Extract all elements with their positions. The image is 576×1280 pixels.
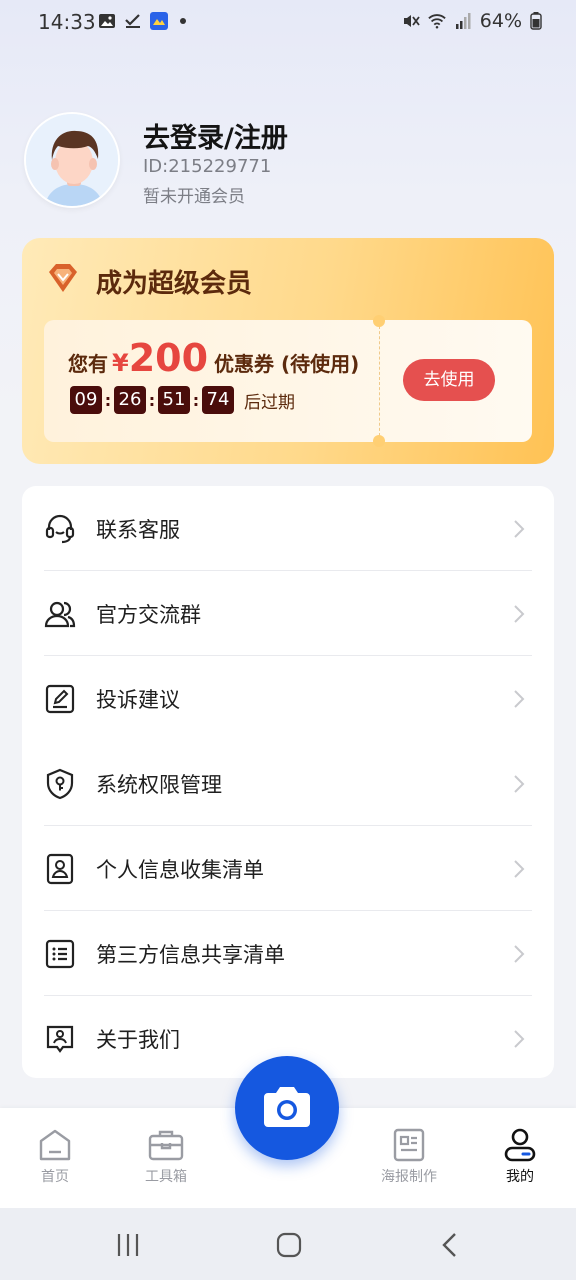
chevron-right-icon (514, 689, 525, 708)
menu-item-label: 联系客服 (96, 517, 180, 542)
menu-item-label: 个人信息收集清单 (96, 857, 264, 882)
menu-item-feedback[interactable]: 投诉建议 (22, 656, 554, 741)
edit-note-icon (45, 684, 75, 713)
vip-title: 成为超级会员 (96, 269, 253, 299)
coupon-divider (379, 326, 380, 436)
app-notification-icon (150, 12, 168, 30)
home-icon (39, 1129, 71, 1161)
gallery-icon (99, 14, 115, 28)
menu-item-label: 关于我们 (96, 1027, 180, 1052)
coupon-prefix: 您有 (68, 352, 108, 376)
poster-icon (393, 1128, 425, 1162)
coupon-text: 您有 ¥ 200 优惠券 (待使用) (68, 336, 359, 380)
shield-key-icon (46, 768, 74, 799)
timer-centiseconds: 74 (202, 386, 234, 414)
user-id: ID:215229771 (143, 156, 272, 177)
tab-label: 我的 (506, 1169, 534, 1185)
menu-item-personal-info[interactable]: 个人信息收集清单 (22, 826, 554, 911)
menu-item-third-party[interactable]: 第三方信息共享清单 (22, 911, 554, 996)
timer-separator: : (148, 390, 156, 410)
tab-label: 首页 (41, 1169, 69, 1185)
coupon-notch-bottom (373, 435, 385, 447)
back-icon[interactable] (436, 1230, 466, 1260)
about-icon (46, 1025, 74, 1053)
notification-icons (98, 12, 186, 30)
coupon-suffix: 优惠券 (待使用) (214, 352, 360, 376)
wifi-icon (428, 14, 446, 29)
timer-seconds: 51 (158, 386, 190, 414)
status-right: 64% (402, 10, 542, 32)
id-card-icon (46, 853, 74, 884)
menu-item-label: 系统权限管理 (96, 772, 222, 797)
expire-text: 后过期 (244, 392, 295, 413)
tab-toolbox[interactable]: 工具箱 (126, 1128, 206, 1186)
menu-item-label: 投诉建议 (96, 687, 180, 712)
menu-item-official-group[interactable]: 官方交流群 (22, 571, 554, 656)
status-time: 14:33 (38, 10, 96, 34)
toolbox-icon (148, 1130, 184, 1161)
login-register-link[interactable]: 去登录/注册 (143, 116, 288, 155)
timer-separator: : (192, 390, 200, 410)
timer-separator: : (104, 390, 112, 410)
countdown-timer: 09 : 26 : 51 : 74 后过期 (70, 386, 295, 414)
menu-item-customer-service[interactable]: 联系客服 (22, 486, 554, 571)
camera-icon (264, 1087, 310, 1127)
avatar-illustration-icon (26, 114, 118, 206)
chevron-right-icon (514, 944, 525, 963)
status-bar: 14:33 64% (0, 0, 576, 46)
list-icon (45, 939, 75, 968)
menu-item-label: 官方交流群 (96, 602, 201, 627)
recent-apps-icon[interactable] (113, 1230, 143, 1260)
chevron-right-icon (514, 1029, 525, 1048)
headset-icon (45, 514, 75, 543)
chevron-right-icon (514, 519, 525, 538)
timer-minutes: 26 (114, 386, 146, 414)
avatar[interactable] (24, 112, 120, 208)
menu-item-label: 第三方信息共享清单 (96, 942, 285, 967)
coupon-amount: 200 (128, 336, 209, 380)
profile-icon (504, 1128, 536, 1162)
signal-icon (455, 13, 471, 29)
tab-profile[interactable]: 我的 (480, 1128, 560, 1186)
chevron-right-icon (514, 774, 525, 793)
more-dot-icon (180, 18, 186, 24)
battery-text: 64% (479, 10, 522, 32)
settings-menu: 联系客服 官方交流群 投诉建议 系统权限管理 个人信息收集清单 第三方信息共享清… (22, 486, 554, 1078)
tab-label: 工具箱 (145, 1169, 187, 1185)
menu-item-permissions[interactable]: 系统权限管理 (22, 741, 554, 826)
vip-status: 暂未开通会员 (143, 187, 245, 207)
tab-label: 海报制作 (381, 1169, 437, 1185)
check-task-icon (125, 14, 140, 28)
coupon-notch-top (373, 315, 385, 327)
battery-icon (530, 12, 542, 30)
tab-poster[interactable]: 海报制作 (369, 1128, 449, 1186)
home-button-icon[interactable] (274, 1230, 304, 1260)
mute-icon (403, 15, 420, 27)
currency-symbol: ¥ (112, 349, 129, 377)
timer-hours: 09 (70, 386, 102, 414)
group-icon (44, 601, 76, 627)
diamond-icon (49, 264, 77, 292)
chevron-right-icon (514, 859, 525, 878)
camera-button[interactable] (235, 1056, 339, 1160)
use-coupon-button[interactable]: 去使用 (403, 359, 495, 401)
chevron-right-icon (514, 604, 525, 623)
tab-home[interactable]: 首页 (15, 1128, 95, 1186)
